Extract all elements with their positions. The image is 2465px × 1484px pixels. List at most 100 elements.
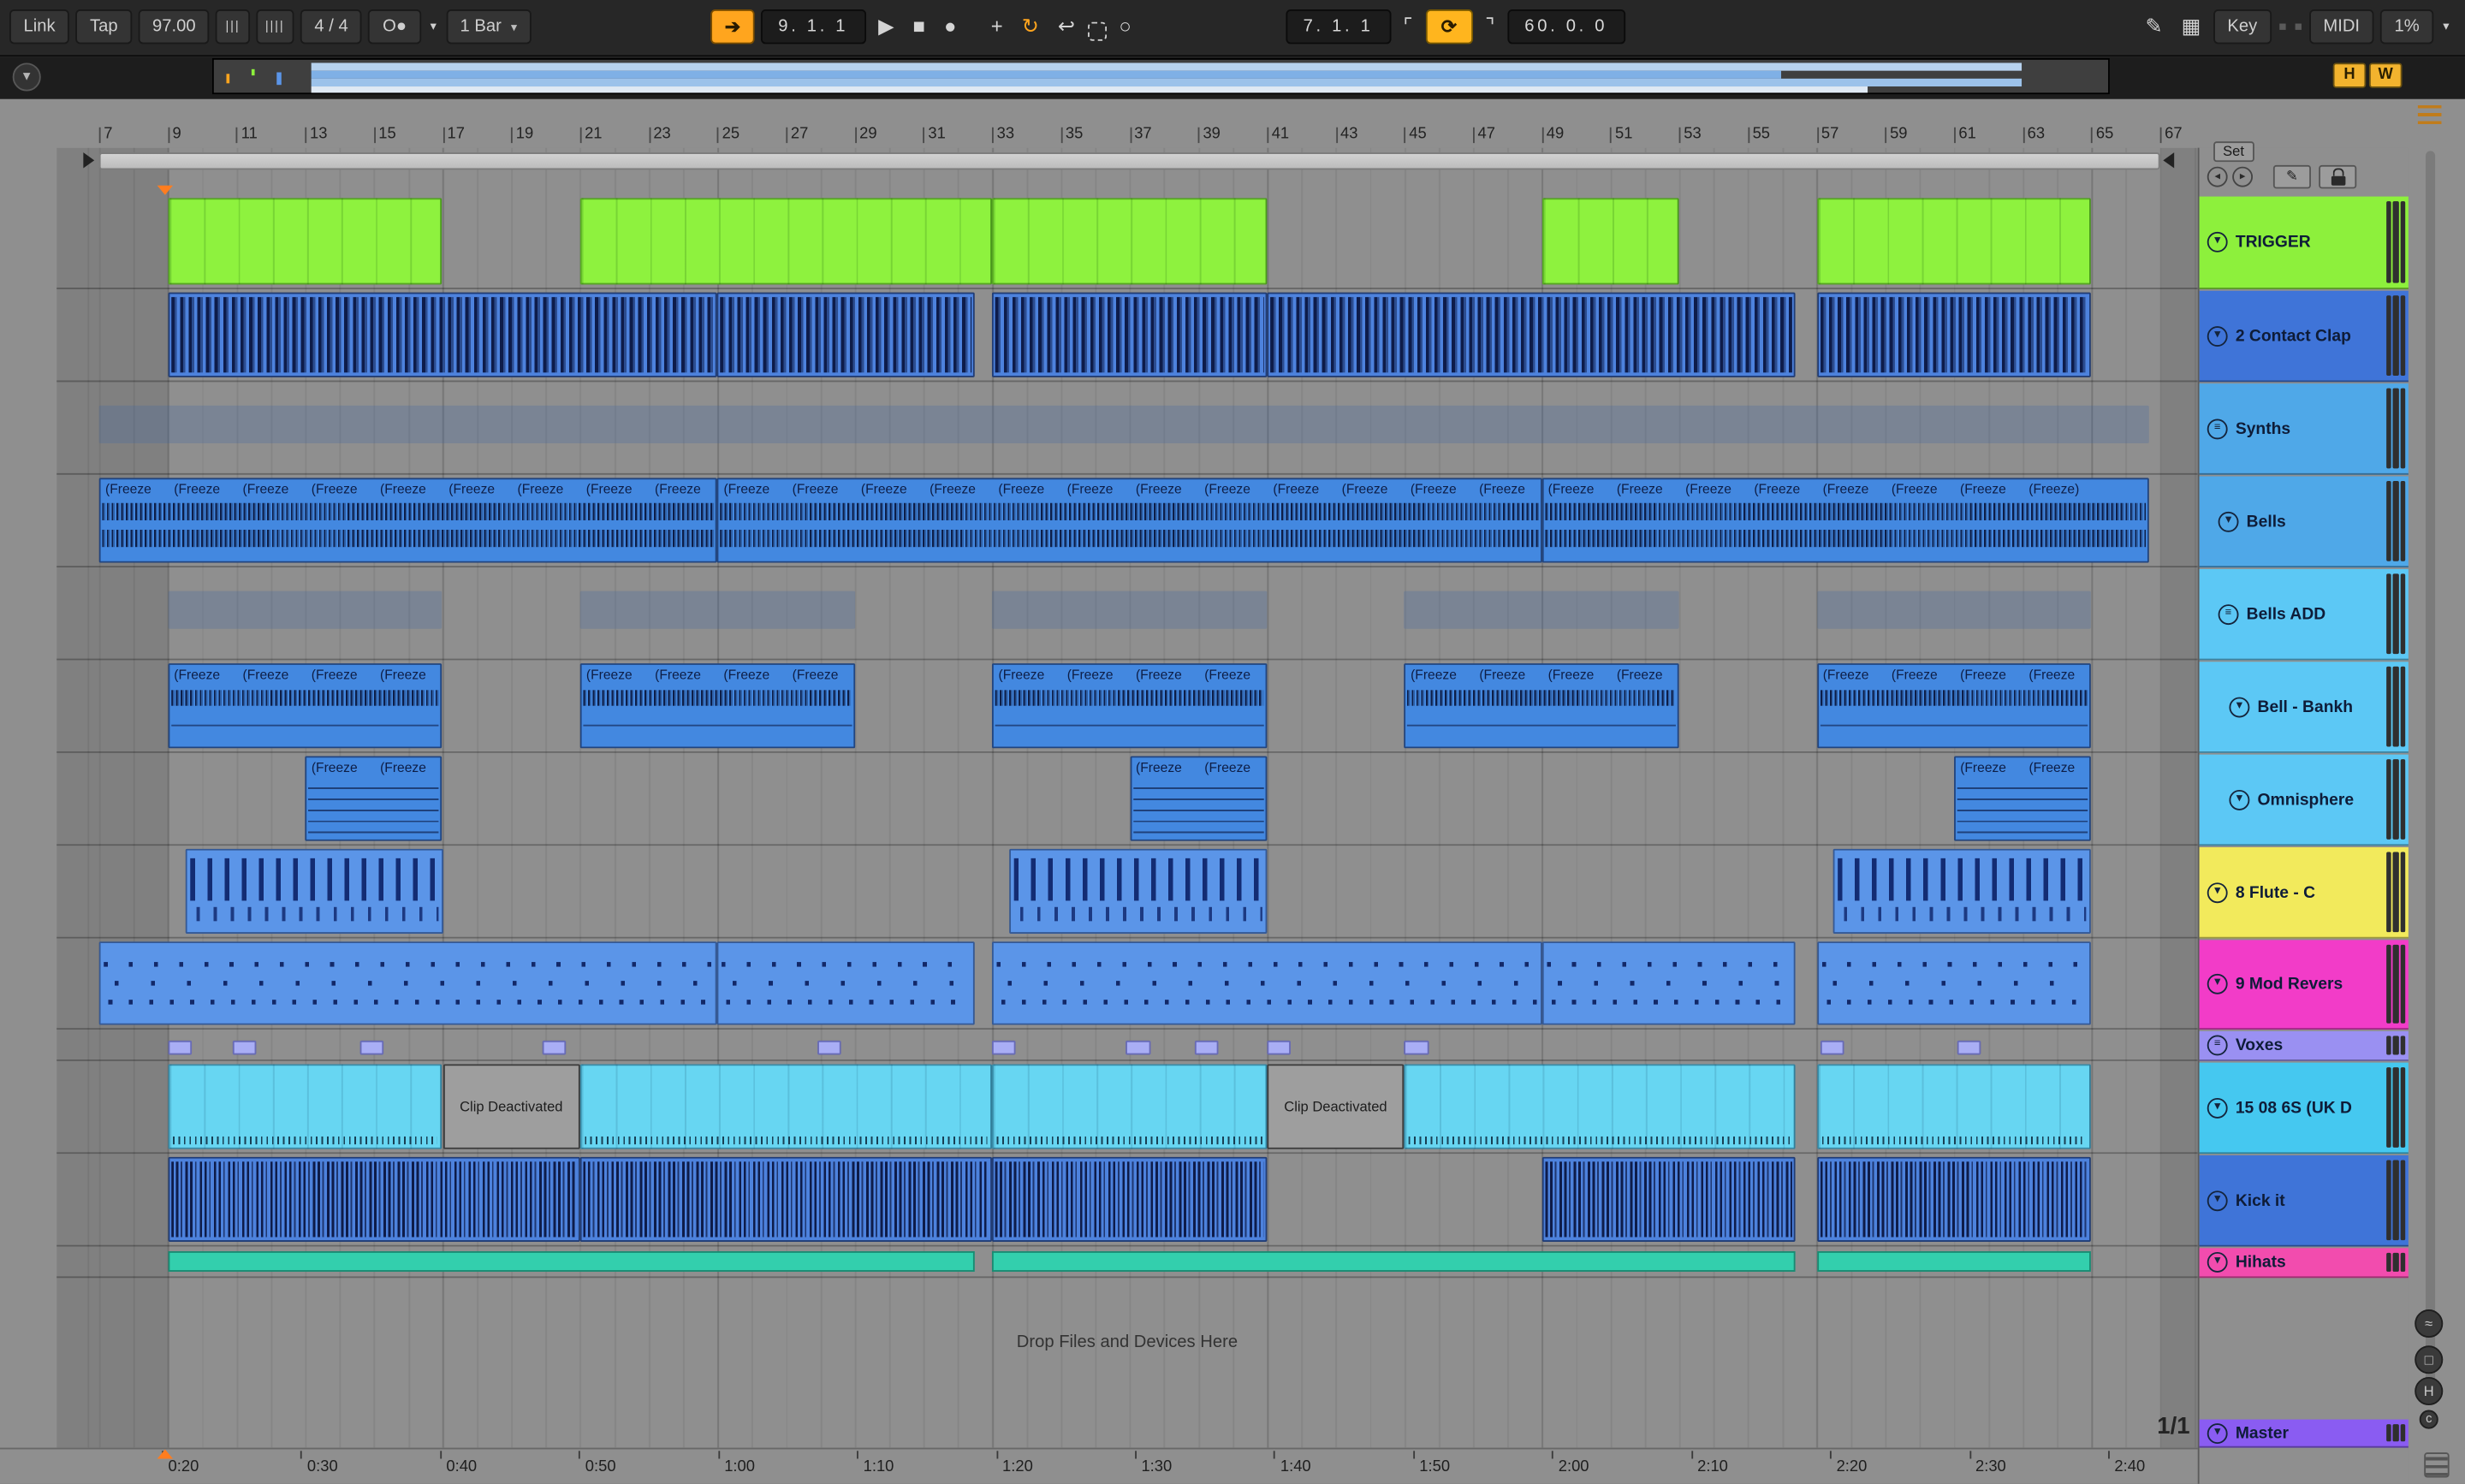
fold-icon[interactable]: ▾ (2229, 696, 2250, 717)
track-header-omnisphere[interactable]: ▾ Omnisphere (2199, 754, 2410, 846)
loop-end-arrow-icon[interactable] (2163, 152, 2175, 169)
clip-voxes[interactable] (542, 1040, 567, 1055)
punch-out-button[interactable]: ⌝ (1479, 9, 1501, 44)
clip-voxes[interactable] (1957, 1040, 1981, 1055)
optimize-height-button[interactable]: H (2332, 62, 2367, 88)
clip-voxes[interactable] (1267, 1040, 1292, 1055)
clip-trigger[interactable] (1541, 198, 1679, 285)
fold-icon[interactable]: ▾ (2207, 1251, 2228, 1273)
clip-deactivated[interactable]: Clip Deactivated (443, 1064, 580, 1149)
track-header-flute[interactable]: ▾ 8 Flute - C (2199, 846, 2410, 939)
track-lane-kick-it[interactable] (56, 1155, 2198, 1247)
context-help-button[interactable]: c (2419, 1410, 2438, 1429)
clip-contact-clap[interactable] (1267, 292, 1797, 377)
zoom-back-button[interactable]: □ (2415, 1345, 2444, 1374)
chevron-down-icon[interactable]: ▾ (427, 9, 440, 44)
clip-voxes[interactable] (817, 1040, 841, 1055)
clip-bell-bankh[interactable]: (Freeze (Freeze (Freeze (Freeze (1404, 663, 1679, 749)
time-ruler[interactable]: 0:20 0:30 0:40 0:50 1:00 1:10 1:20 1:30 1:40 1:50… (56, 1449, 2198, 1483)
draw-automation-pencil-button[interactable]: ✎ (2272, 164, 2311, 189)
lock-envelopes-button[interactable] (2319, 164, 2357, 189)
track-header-uk-d[interactable]: ▾ 15 08 6S (UK D (2199, 1062, 2410, 1155)
quantization-menu[interactable]: 1 Bar ▾ (445, 9, 532, 45)
draw-mode-pencil-icon[interactable]: ✎ (2139, 9, 2169, 44)
clip-flute[interactable] (185, 848, 443, 935)
clip-uk-d[interactable] (167, 1064, 443, 1149)
clip-uk-d[interactable] (1816, 1064, 2092, 1149)
clip-trigger[interactable] (1816, 198, 2092, 285)
track-header-trigger[interactable]: ▾ TRIGGER (2199, 196, 2410, 289)
loop-start-arrow-icon[interactable] (83, 152, 95, 169)
clip-contact-clap[interactable] (167, 292, 718, 377)
track-header-hihats[interactable]: ▾ Hihats (2199, 1248, 2410, 1279)
loop-length-display[interactable]: 60. 0. 0 (1507, 9, 1625, 45)
hamburger-menu-icon[interactable] (2417, 105, 2442, 125)
stop-button[interactable]: ■ (906, 9, 931, 44)
clip-hihats[interactable] (167, 1251, 976, 1272)
clip-voxes[interactable] (1404, 1040, 1429, 1055)
chevron-down-icon[interactable]: ▾ (2440, 9, 2453, 44)
clip-trigger[interactable] (167, 198, 443, 285)
clip-bell-bankh[interactable]: (Freeze (Freeze (Freeze (Freeze (1816, 663, 2092, 749)
arrangement-overview[interactable]: ▼ H W (0, 56, 2465, 99)
time-signature-value[interactable]: 4 / 4 (300, 9, 363, 45)
fold-icon[interactable]: ▾ (2207, 1422, 2228, 1444)
track-header-bells-add[interactable]: ≡ Bells ADD (2199, 568, 2410, 661)
session-record-button[interactable] (1087, 21, 1107, 40)
clip-voxes[interactable] (1820, 1040, 1844, 1055)
tempo-value[interactable]: 97.00 (138, 9, 211, 45)
track-lane-uk-d[interactable]: Clip Deactivated Clip Deactivated (56, 1063, 2198, 1155)
track-header-bells[interactable]: ▾ Bells (2199, 476, 2410, 568)
track-lane-bells-add[interactable] (56, 569, 2198, 661)
clip-omnisphere[interactable]: (Freeze (Freeze (305, 756, 443, 841)
fold-icon[interactable]: ▾ (2207, 1190, 2228, 1211)
fold-icon[interactable]: ▾ (2229, 789, 2250, 810)
clip-kick-it[interactable] (579, 1156, 993, 1243)
clip-bells[interactable]: (Freeze (Freeze (Freeze (Freeze (Freeze (Free… (98, 478, 718, 563)
clip-flute[interactable] (1009, 848, 1268, 935)
clip-contact-clap[interactable] (717, 292, 976, 377)
fold-icon[interactable]: ▾ (2207, 231, 2228, 252)
clip-bells[interactable]: (Freeze (Freeze (Freeze (Freeze (Freeze (Free… (717, 478, 1542, 563)
clip-contact-clap[interactable] (992, 292, 1268, 377)
clip-hihats[interactable] (992, 1251, 1797, 1272)
track-lane-mod-revers[interactable] (56, 940, 2198, 1030)
clip-omnisphere[interactable]: (Freeze (Freeze (1129, 756, 1268, 841)
clip-bell-bankh[interactable]: (Freeze (Freeze (Freeze (Freeze (992, 663, 1268, 749)
optimize-width-button[interactable]: W (2368, 62, 2403, 88)
clip-mod-revers[interactable] (992, 941, 1542, 1025)
clip-mod-revers[interactable] (1541, 941, 1797, 1025)
group-fold-icon[interactable]: ≡ (2218, 603, 2239, 625)
next-locator-button[interactable]: ▸ (2232, 166, 2254, 187)
clip-bell-bankh[interactable]: (Freeze (Freeze (Freeze (Freeze (167, 663, 443, 749)
computer-midi-keyboard-icon[interactable]: ▦ (2175, 9, 2207, 44)
nudge-down-button[interactable]: ||| (216, 9, 250, 45)
arrangement-position-display[interactable]: 9. 1. 1 (761, 9, 866, 45)
clip-voxes[interactable] (359, 1040, 384, 1055)
prev-locator-button[interactable]: ◂ (2207, 166, 2228, 187)
clip-uk-d[interactable] (992, 1064, 1268, 1149)
fold-icon[interactable]: ▾ (2207, 973, 2228, 994)
track-header-kick-it[interactable]: ▾ Kick it (2199, 1155, 2410, 1247)
clip-omnisphere[interactable]: (Freeze (Freeze (1953, 756, 2092, 841)
group-fold-icon[interactable]: ≡ (2207, 1035, 2228, 1056)
fold-icon[interactable]: ▾ (2218, 510, 2239, 531)
second-window-chevron-icon[interactable]: ▼ (12, 62, 41, 92)
loop-record-button[interactable]: ○ (1113, 9, 1137, 44)
fold-icon[interactable]: ▾ (2207, 325, 2228, 347)
clip-mod-revers[interactable] (1816, 941, 2092, 1025)
clip-kick-it[interactable] (1541, 1156, 1797, 1243)
set-locator-button[interactable]: Set (2213, 141, 2254, 163)
loop-button[interactable]: ⟳ (1425, 9, 1473, 45)
nudge-up-button[interactable]: |||| (255, 9, 294, 45)
group-fold-icon[interactable]: ≡ (2207, 418, 2228, 439)
loop-brace-row[interactable] (56, 149, 2198, 173)
track-header-master[interactable]: ▾ Master (2199, 1419, 2410, 1448)
track-lanes-area[interactable]: (Freeze (Freeze (Freeze (Freeze (Freeze (Free… (56, 147, 2198, 1448)
clip-mod-revers[interactable] (98, 941, 718, 1025)
clip-bells[interactable]: (Freeze (Freeze (Freeze (Freeze (Freeze (Free… (1541, 478, 2150, 563)
capture-back-button[interactable]: ↩ (1052, 9, 1082, 44)
track-header-contact-clap[interactable]: ▾ 2 Contact Clap (2199, 290, 2410, 383)
loop-start-display[interactable]: 7. 1. 1 (1286, 9, 1391, 45)
follow-scroll-button[interactable]: ≈ (2415, 1309, 2444, 1339)
